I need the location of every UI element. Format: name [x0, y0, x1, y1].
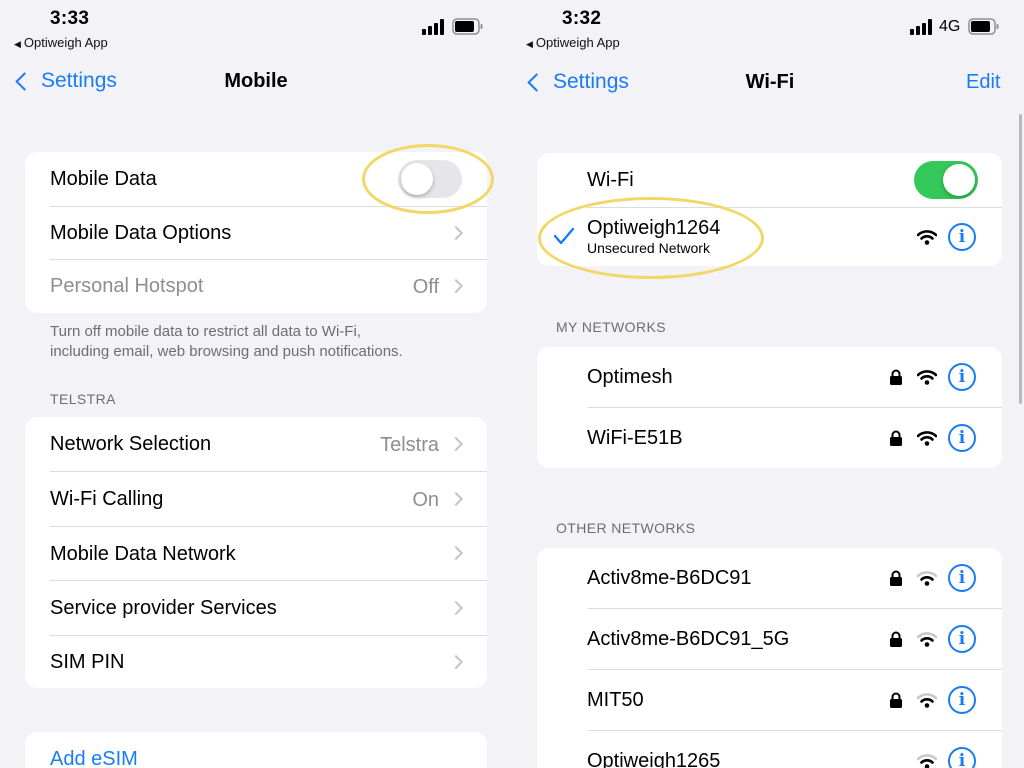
page-title: Mobile	[224, 70, 288, 92]
edit-button[interactable]: Edit	[966, 71, 1000, 94]
back-app-label: Optiweigh App	[23, 35, 108, 50]
lock-icon	[890, 631, 902, 647]
network-name: WiFi-E51B	[587, 426, 683, 449]
info-button[interactable]: i	[948, 686, 976, 714]
info-button[interactable]: i	[948, 747, 976, 768]
highlight-circle	[362, 144, 494, 214]
mobile-settings-screen: 3:33 ◀ Optiweigh App Settings Mobile Mobi…	[0, 0, 512, 768]
footnote-line: Turn off mobile data to restrict all dat…	[50, 323, 361, 340]
wifi-settings-screen: 3:32 ◀ Optiweigh App 4G Settings Wi-Fi Ed…	[512, 0, 1024, 768]
info-button[interactable]: i	[948, 564, 976, 592]
network-type-label: 4G	[939, 18, 961, 35]
lock-icon	[890, 430, 902, 446]
wifi-signal-icon	[917, 632, 937, 647]
signal-icon	[422, 19, 444, 35]
scrollbar[interactable]	[1019, 114, 1022, 404]
wifi-signal-icon	[917, 571, 937, 586]
service-provider-label: Service provider Services	[50, 596, 277, 619]
wifi-calling-label: Wi-Fi Calling	[50, 487, 164, 510]
telstra-group: Network Selection Telstra Wi-Fi Calling …	[25, 417, 487, 688]
signal-icon	[910, 19, 932, 35]
mobile-data-footnote: Turn off mobile data to restrict all dat…	[50, 322, 403, 362]
add-esim-button[interactable]: Add eSIM	[25, 732, 487, 768]
back-to-app-link[interactable]: ◀ Optiweigh App	[14, 35, 108, 50]
network-name: MIT50	[587, 688, 644, 711]
network-selection-value: Telstra	[380, 434, 439, 456]
battery-icon	[452, 18, 483, 35]
battery-icon	[968, 18, 999, 35]
info-button[interactable]: i	[948, 223, 976, 251]
toggle-knob	[943, 164, 975, 196]
wifi-signal-icon	[917, 370, 937, 385]
wifi-calling-value: On	[412, 489, 439, 511]
section-header-telstra: TELSTRA	[50, 391, 116, 407]
service-provider-row[interactable]: Service provider Services	[25, 581, 487, 635]
network-name: Optimesh	[587, 365, 673, 388]
mobile-data-label: Mobile Data	[50, 167, 157, 190]
network-name: Activ8me-B6DC91	[587, 566, 752, 589]
lock-icon	[890, 570, 902, 586]
wifi-signal-icon	[917, 693, 937, 708]
network-selection-label: Network Selection	[50, 432, 212, 455]
add-esim-label: Add eSIM	[50, 747, 138, 768]
network-name: Optiweigh1265	[587, 749, 721, 768]
wifi-signal-icon	[917, 431, 937, 446]
my-networks-group: Optimesh i WiFi-E51B i	[537, 347, 1002, 468]
back-triangle-icon: ◀	[14, 39, 21, 49]
section-header-other-networks: OTHER NETWORKS	[556, 520, 696, 536]
lock-icon	[890, 692, 902, 708]
back-app-label: Optiweigh App	[535, 35, 620, 50]
network-name: Activ8me-B6DC91_5G	[587, 627, 790, 650]
status-time: 3:33	[50, 8, 90, 29]
sim-pin-row[interactable]: SIM PIN	[25, 636, 487, 688]
info-button[interactable]: i	[948, 363, 976, 391]
wifi-signal-icon	[917, 754, 937, 768]
other-networks-group: Activ8me-B6DC91 i Activ8me-B6DC91_5G i M…	[537, 548, 1002, 768]
lock-icon	[890, 369, 902, 385]
info-button[interactable]: i	[948, 625, 976, 653]
mobile-data-network-row[interactable]: Mobile Data Network	[25, 527, 487, 581]
info-button[interactable]: i	[948, 424, 976, 452]
back-triangle-icon: ◀	[526, 39, 533, 49]
mobile-data-network-label: Mobile Data Network	[50, 542, 236, 565]
back-to-app-link[interactable]: ◀ Optiweigh App	[526, 35, 620, 50]
status-time: 3:32	[562, 8, 602, 29]
wifi-toggle[interactable]	[914, 161, 978, 199]
wifi-label: Wi-Fi	[587, 168, 634, 191]
highlight-circle	[538, 197, 764, 279]
footnote-line: including email, web browsing and push n…	[50, 343, 403, 360]
wifi-signal-icon	[917, 230, 937, 245]
section-header-my-networks: MY NETWORKS	[556, 319, 666, 335]
personal-hotspot-value: Off	[412, 276, 439, 298]
personal-hotspot-label: Personal Hotspot	[50, 275, 204, 297]
mobile-data-options-label: Mobile Data Options	[50, 221, 232, 244]
mobile-data-options-row[interactable]: Mobile Data Options	[25, 207, 487, 259]
add-esim-group: Add eSIM	[25, 732, 487, 768]
page-title: Wi-Fi	[745, 71, 795, 93]
sim-pin-label: SIM PIN	[50, 650, 125, 673]
